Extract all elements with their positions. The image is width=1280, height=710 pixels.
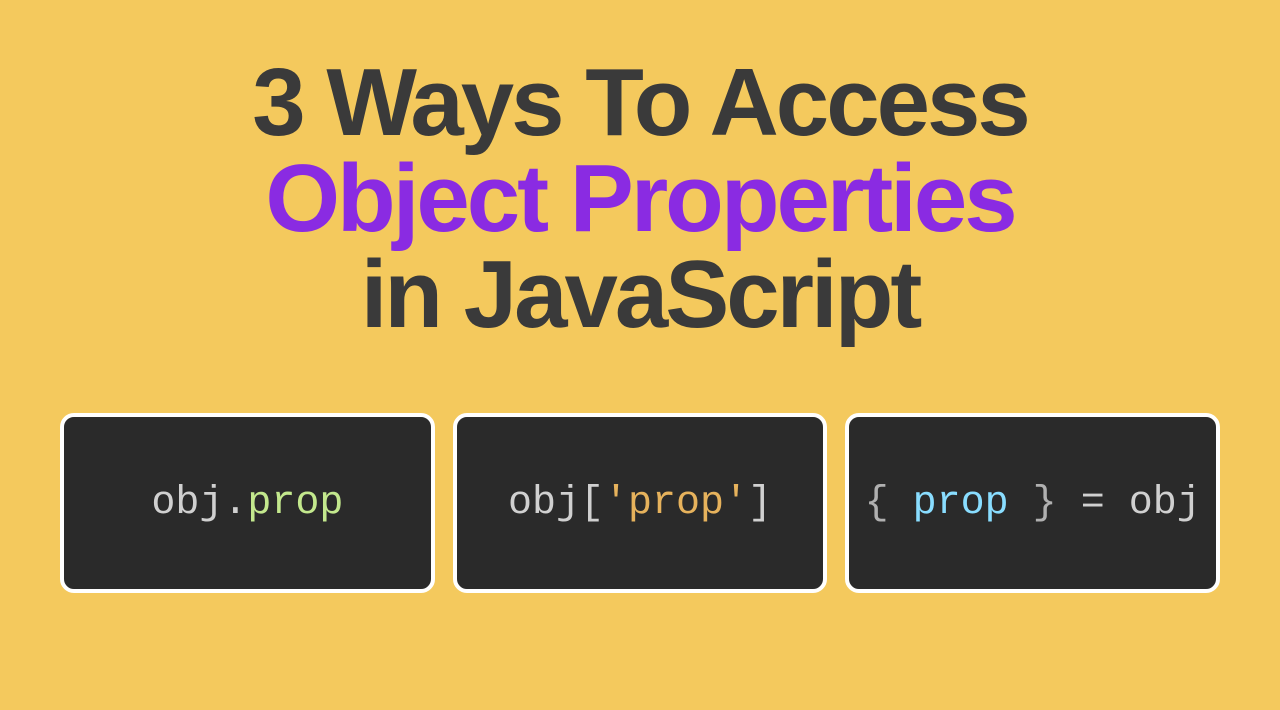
title-line-2: Object Properties — [252, 151, 1028, 247]
code-token-equals: = — [1057, 481, 1129, 526]
code-example-dot-notation: obj.prop — [60, 413, 435, 593]
code-token-close-brace: } — [1009, 481, 1057, 526]
code-token-obj: obj — [508, 481, 580, 526]
title-line-1: 3 Ways To Access — [252, 55, 1028, 151]
code-token-obj: obj — [151, 481, 223, 526]
code-examples-row: obj.prop obj['prop'] { prop } = obj — [0, 413, 1280, 593]
code-token-prop: prop — [247, 481, 343, 526]
code-token-var: prop — [913, 481, 1009, 526]
main-title: 3 Ways To Access Object Properties in Ja… — [252, 55, 1028, 343]
code-example-destructuring: { prop } = obj — [845, 413, 1220, 593]
code-token-dot: . — [223, 481, 247, 526]
code-token-close-bracket: ] — [748, 481, 772, 526]
title-line-3: in JavaScript — [252, 247, 1028, 343]
code-token-open-brace: { — [865, 481, 913, 526]
code-token-obj: obj — [1129, 481, 1201, 526]
code-token-open-bracket: [ — [580, 481, 604, 526]
code-example-bracket-notation: obj['prop'] — [453, 413, 828, 593]
code-token-string: 'prop' — [604, 481, 748, 526]
